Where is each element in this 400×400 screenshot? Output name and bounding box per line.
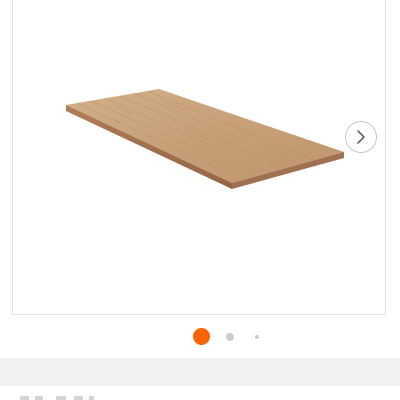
section-divider bbox=[0, 358, 400, 386]
next-image-button[interactable] bbox=[345, 121, 377, 153]
cropped-text bbox=[20, 396, 29, 400]
cropped-text bbox=[74, 396, 83, 400]
product-image-gallery[interactable] bbox=[12, 0, 386, 315]
carousel-dot-active[interactable] bbox=[193, 328, 210, 345]
chevron-right-icon bbox=[357, 130, 365, 144]
cropped-text bbox=[35, 396, 43, 400]
carousel-dot[interactable] bbox=[226, 333, 234, 341]
cropped-product-title bbox=[0, 386, 400, 400]
product-image[interactable] bbox=[13, 0, 386, 315]
product-page bbox=[0, 0, 400, 400]
cropped-text bbox=[56, 396, 66, 400]
carousel-dot[interactable] bbox=[255, 335, 259, 339]
carousel-pagination bbox=[0, 326, 400, 346]
cropped-text bbox=[89, 396, 94, 400]
